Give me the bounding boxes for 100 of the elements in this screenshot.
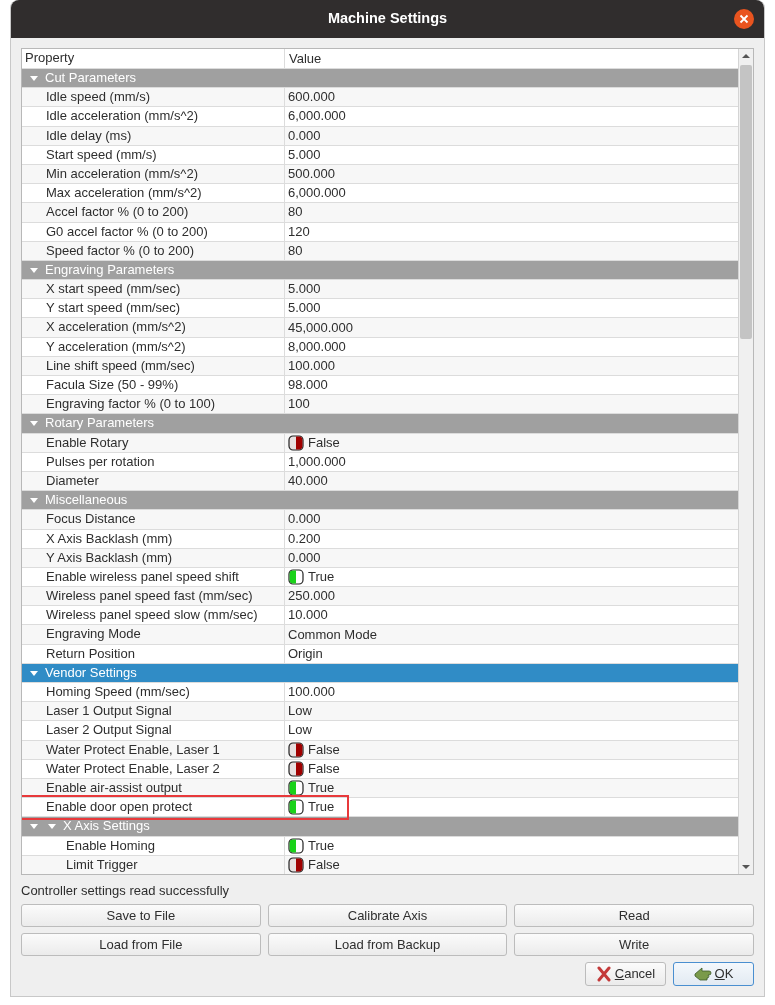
table-cell[interactable]: 5.000 <box>285 145 738 164</box>
expand-arrow-icon[interactable] <box>30 419 38 428</box>
expand-arrow-icon[interactable] <box>48 822 56 831</box>
table-cell[interactable]: 6,000.000 <box>285 107 738 126</box>
table-cell: Engraving factor % (0 to 100) <box>22 395 285 414</box>
table-cell[interactable]: False <box>285 855 738 874</box>
table-cell[interactable]: 6,000.000 <box>285 184 738 203</box>
table-cell: Accel factor % (0 to 200) <box>22 203 285 222</box>
section-label: Miscellaneous <box>45 491 128 510</box>
action-button[interactable]: Load from Backup <box>267 933 508 956</box>
table-cell[interactable]: 8,000.000 <box>285 337 738 356</box>
value-text: False <box>308 740 340 759</box>
table-cell: Idle speed (mm/s) <box>22 88 285 107</box>
expand-arrow-icon[interactable] <box>30 74 38 83</box>
close-icon[interactable] <box>734 9 754 29</box>
action-button[interactable]: Write <box>514 933 754 956</box>
section-header[interactable]: Vendor Settings <box>22 663 738 683</box>
table-cell[interactable]: 1,000.000 <box>285 452 738 471</box>
toggle-icon[interactable] <box>288 760 304 777</box>
table-cell: Wireless panel speed slow (mm/sec) <box>22 606 285 625</box>
table-cell[interactable]: Common Mode <box>285 625 738 644</box>
table-cell[interactable]: 80 <box>285 241 738 260</box>
table-cell: Homing Speed (mm/sec) <box>22 683 285 702</box>
value-text: True <box>308 779 335 798</box>
section-label: X Axis Settings <box>63 817 150 836</box>
action-button[interactable]: Save to File <box>21 904 261 927</box>
table-cell: X acceleration (mm/s^2) <box>22 318 285 337</box>
section-label: Rotary Parameters <box>45 414 155 433</box>
table-cell[interactable]: 0.000 <box>285 548 738 567</box>
ok-button[interactable]: OK <box>673 962 754 986</box>
expand-arrow-icon[interactable] <box>30 265 38 274</box>
action-button[interactable]: Calibrate Axis <box>267 904 508 927</box>
column-header[interactable]: Property <box>22 49 285 68</box>
value-text: False <box>308 433 340 452</box>
table-cell: Wireless panel speed fast (mm/sec) <box>22 587 285 606</box>
table-cell[interactable]: 100 <box>285 395 738 414</box>
table-cell[interactable]: 0.200 <box>285 529 738 548</box>
section-label: Cut Parameters <box>45 69 137 88</box>
action-button[interactable]: Load from File <box>21 933 261 956</box>
table-cell: Laser 1 Output Signal <box>22 702 285 721</box>
table-cell[interactable]: True <box>285 567 738 587</box>
toggle-icon[interactable] <box>288 837 304 854</box>
table-cell[interactable]: False <box>285 759 738 778</box>
toggle-icon[interactable] <box>288 434 304 451</box>
table-cell[interactable]: Low <box>285 721 738 740</box>
table-cell: Enable wireless panel speed shift <box>22 567 285 587</box>
value-text: True <box>308 567 335 586</box>
column-header[interactable]: Value <box>285 49 738 68</box>
section-label: Engraving Parameters <box>45 260 175 279</box>
table-cell[interactable]: True <box>285 836 738 855</box>
table-cell: Return Position <box>22 644 285 663</box>
table-cell[interactable]: 0.000 <box>285 126 738 145</box>
toggle-icon[interactable] <box>288 741 304 758</box>
table-cell: X Axis Backlash (mm) <box>22 529 285 548</box>
table-cell: Enable air-assist output <box>22 778 285 798</box>
table-cell[interactable]: 100.000 <box>285 356 738 375</box>
table-cell: Start speed (mm/s) <box>22 145 285 164</box>
table-cell[interactable]: True <box>285 778 738 798</box>
table-cell[interactable]: 98.000 <box>285 376 738 395</box>
table-cell[interactable]: 10.000 <box>285 606 738 625</box>
table-cell: Enable Homing <box>22 836 285 855</box>
table-cell[interactable]: False <box>285 740 738 759</box>
expand-arrow-icon[interactable] <box>30 822 38 831</box>
table-cell[interactable]: 5.000 <box>285 280 738 299</box>
table-cell[interactable]: 250.000 <box>285 587 738 606</box>
table-cell: Water Protect Enable, Laser 2 <box>22 759 285 778</box>
table-cell[interactable]: 5.000 <box>285 299 738 318</box>
table-cell: Facula Size (50 - 99%) <box>22 376 285 395</box>
toggle-icon[interactable] <box>288 856 304 873</box>
value-text: True <box>308 836 335 855</box>
value-text: False <box>308 759 340 778</box>
table-cell[interactable]: 40.000 <box>285 471 738 491</box>
window-title: Machine Settings <box>327 9 448 29</box>
expand-arrow-icon[interactable] <box>30 668 38 677</box>
cross-icon <box>595 966 612 982</box>
expand-arrow-icon[interactable] <box>30 496 38 505</box>
table-cell[interactable]: 600.000 <box>285 88 738 107</box>
action-button[interactable]: Read <box>514 904 754 927</box>
table-cell: Focus Distance <box>22 510 285 529</box>
table-cell[interactable]: 0.000 <box>285 510 738 529</box>
table-cell[interactable]: False <box>285 433 738 452</box>
table-cell[interactable]: 500.000 <box>285 164 738 184</box>
cancel-button[interactable]: Cancel <box>585 962 666 986</box>
table-cell[interactable]: 45,000.000 <box>285 318 738 337</box>
table-cell[interactable]: 120 <box>285 222 738 241</box>
table-cell[interactable]: Origin <box>285 644 738 663</box>
toggle-icon[interactable] <box>288 568 304 585</box>
table-cell: Laser 2 Output Signal <box>22 721 285 740</box>
table-cell[interactable]: 80 <box>285 203 738 222</box>
table-cell: Min acceleration (mm/s^2) <box>22 164 285 184</box>
table-cell[interactable]: 100.000 <box>285 683 738 702</box>
table-cell[interactable]: True <box>285 798 738 817</box>
table-cell: Pulses per rotation <box>22 452 285 471</box>
toggle-icon[interactable] <box>288 799 304 816</box>
hand-pointer-icon <box>693 966 712 982</box>
table-cell: Y start speed (mm/sec) <box>22 299 285 318</box>
table-cell: Max acceleration (mm/s^2) <box>22 184 285 203</box>
toggle-icon[interactable] <box>288 780 304 797</box>
table-cell[interactable]: Low <box>285 702 738 721</box>
table-cell: Idle acceleration (mm/s^2) <box>22 107 285 126</box>
